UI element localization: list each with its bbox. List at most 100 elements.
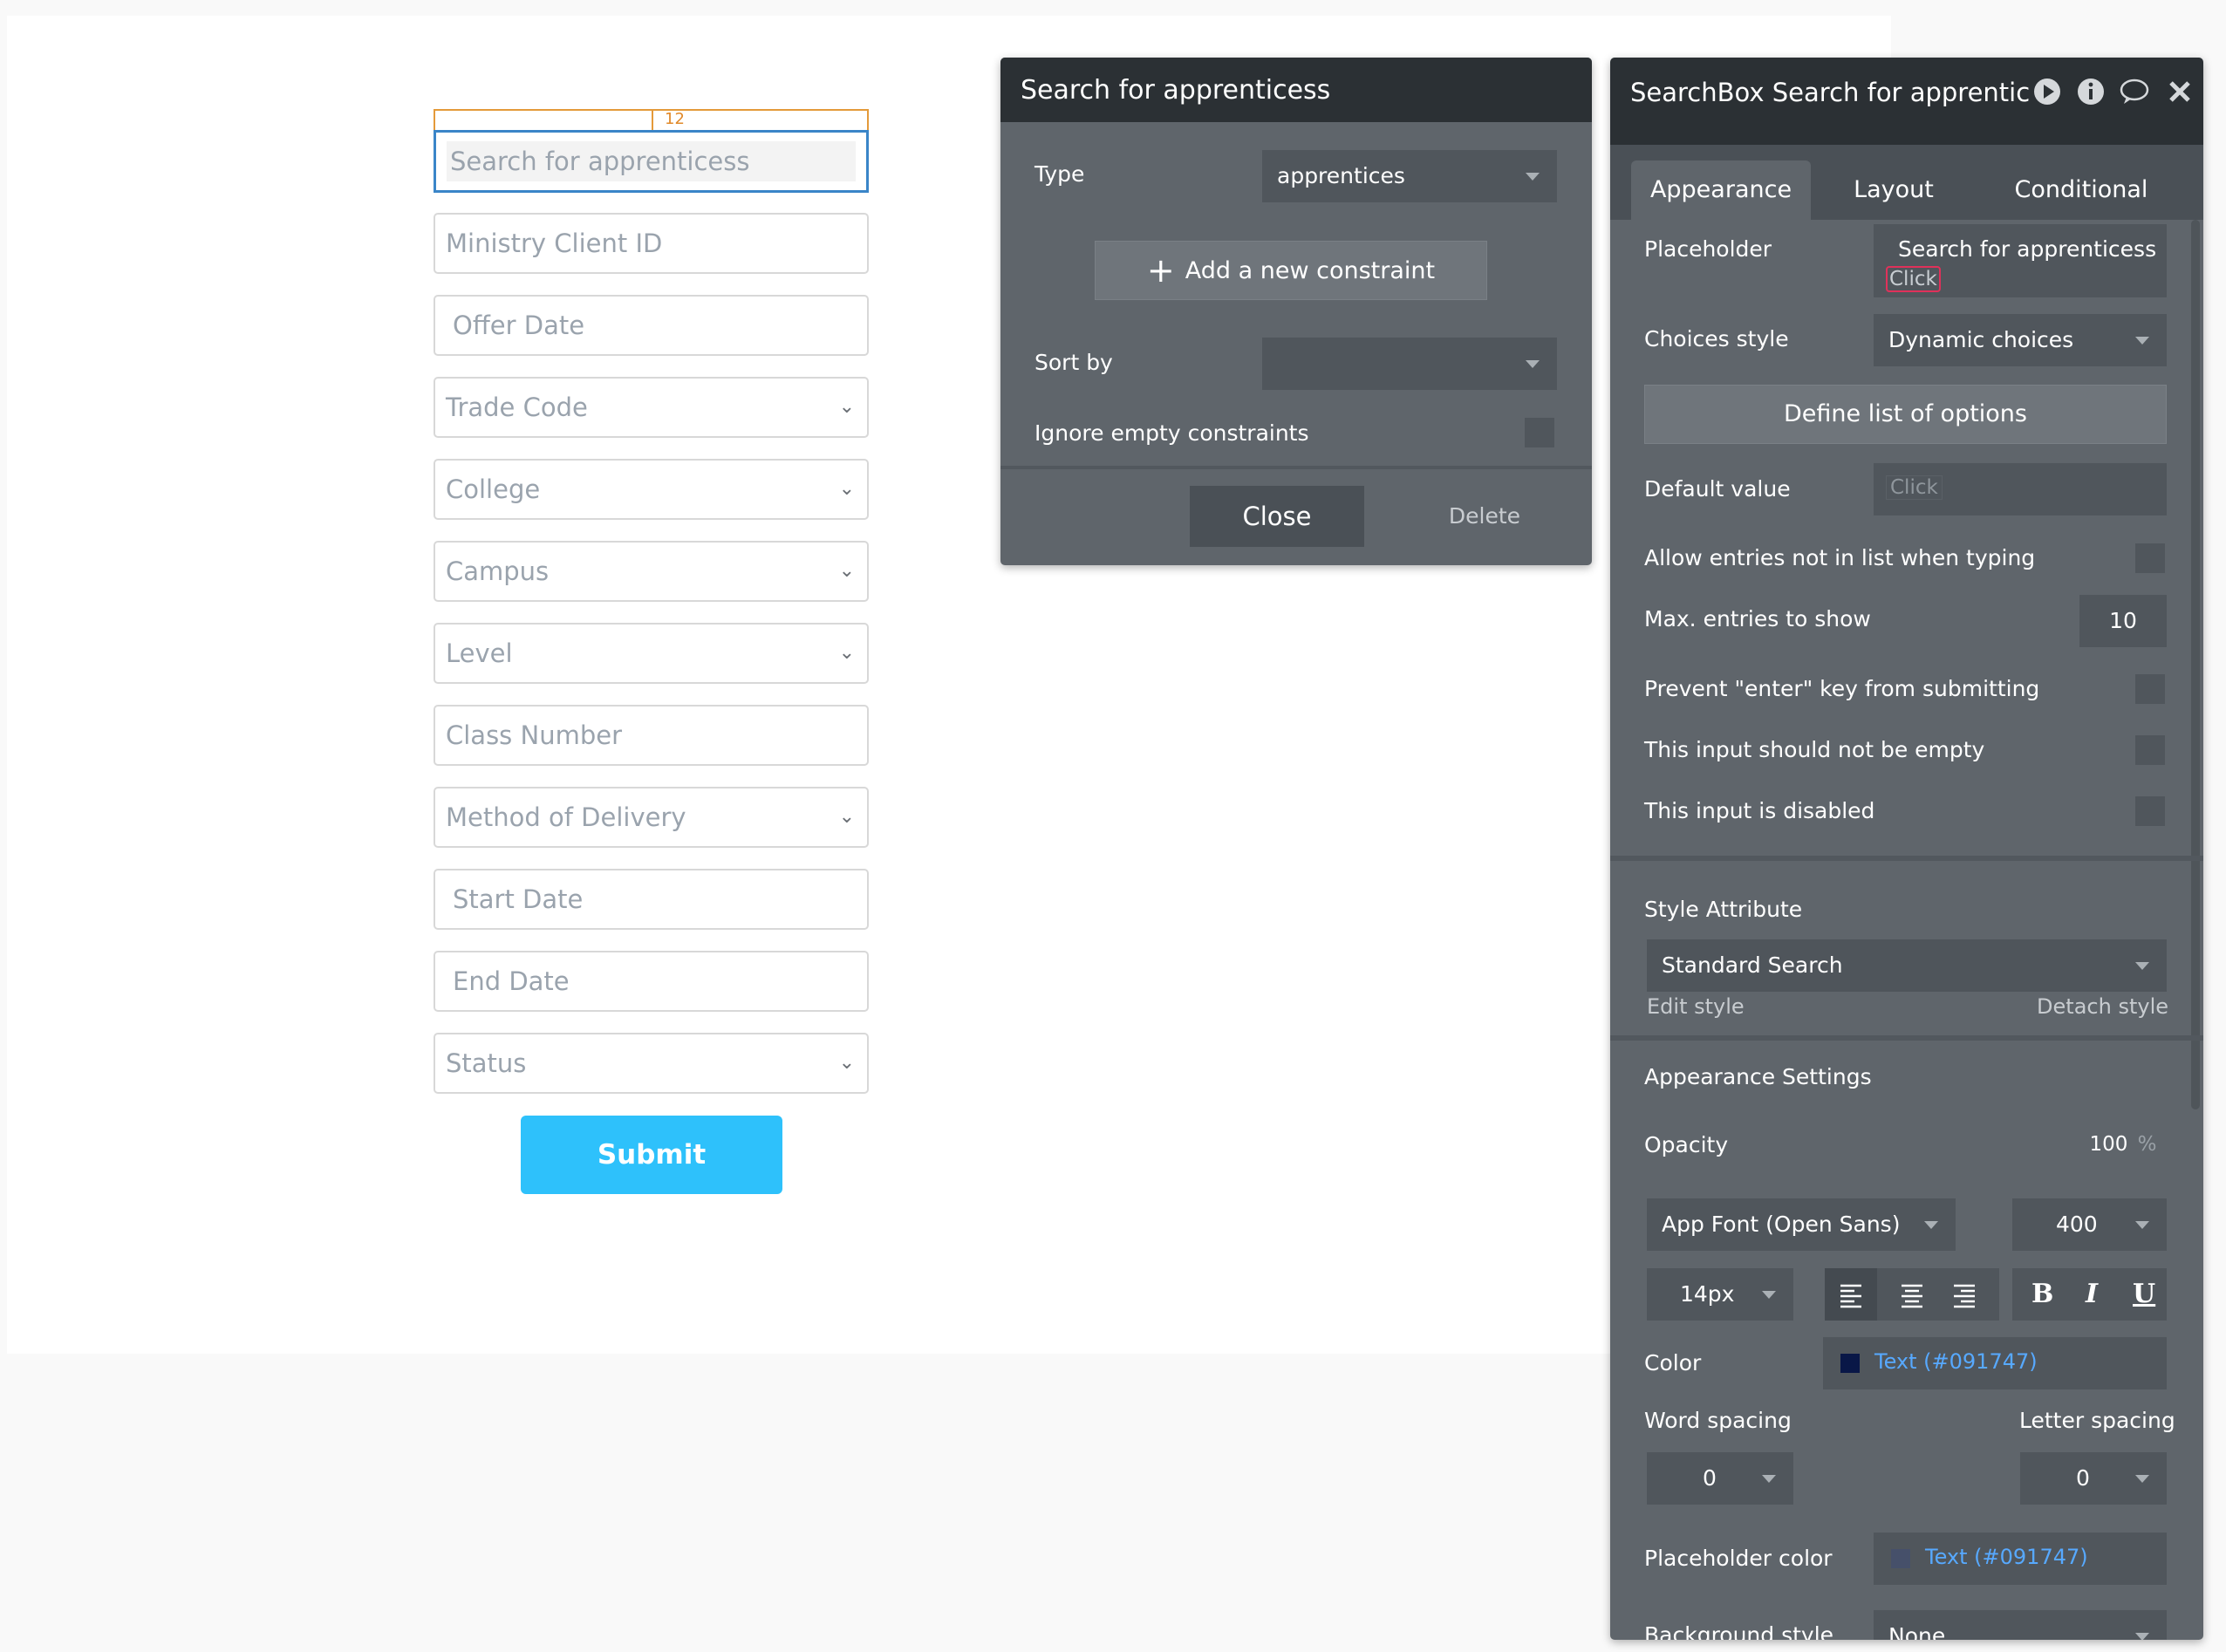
type-value: apprentices (1277, 163, 1405, 188)
font-size-value: 14px (1680, 1281, 1735, 1307)
college-dropdown[interactable]: College ⌄ (434, 459, 869, 520)
chevron-down-icon (1526, 360, 1540, 368)
start-date-input[interactable]: Start Date (434, 869, 869, 930)
default-value-label: Default value (1644, 476, 1791, 502)
level-dropdown[interactable]: Level ⌄ (434, 623, 869, 684)
campus-dropdown[interactable]: Campus ⌄ (434, 541, 869, 602)
word-spacing-value: 0 (1703, 1465, 1717, 1491)
offer-date-placeholder: Offer Date (453, 311, 585, 340)
weight-dropdown[interactable]: 400 (2012, 1198, 2167, 1251)
chevron-down-icon: ⌄ (838, 1052, 855, 1074)
font-size-dropdown[interactable]: 14px (1647, 1268, 1793, 1321)
inspector-header: SearchBox Search for apprentic (1610, 58, 2203, 145)
start-date-placeholder: Start Date (453, 884, 584, 914)
bold-button[interactable]: B (2031, 1268, 2053, 1321)
search-input[interactable]: Search for apprenticess (447, 141, 856, 181)
close-icon[interactable] (2165, 77, 2195, 106)
letter-spacing-dropdown[interactable]: 0 (2020, 1452, 2167, 1505)
background-style-label: Background style (1644, 1622, 1834, 1640)
info-icon[interactable] (2076, 77, 2106, 106)
choices-style-dropdown[interactable]: Dynamic choices (1874, 314, 2167, 366)
opacity-unit: % (2137, 1133, 2157, 1156)
add-constraint-button[interactable]: + Add a new constraint (1095, 241, 1487, 300)
prevent-enter-checkbox[interactable] (2135, 674, 2165, 704)
class-number-input[interactable]: Class Number (434, 705, 869, 766)
class-number-placeholder: Class Number (446, 720, 623, 750)
ignore-empty-checkbox[interactable] (1525, 418, 1554, 447)
selection-indicator: 12 (434, 109, 869, 132)
inspector-tabs: Appearance Layout Conditional (1610, 145, 2203, 220)
align-group (1825, 1268, 1999, 1321)
ministry-client-id-placeholder: Ministry Client ID (446, 229, 663, 258)
type-dropdown[interactable]: apprentices (1262, 150, 1557, 202)
color-label: Color (1644, 1350, 1702, 1376)
status-dropdown[interactable]: Status ⌄ (434, 1033, 869, 1094)
chevron-down-icon (2135, 337, 2149, 345)
align-center-icon[interactable] (1886, 1268, 1938, 1321)
college-placeholder: College (446, 474, 541, 504)
appearance-settings-label: Appearance Settings (1644, 1064, 1872, 1089)
align-right-icon[interactable] (1938, 1268, 1990, 1321)
search-box[interactable]: Search for apprenticess (434, 130, 869, 193)
search-popup-title: Search for apprenticess (1021, 75, 1331, 106)
font-dropdown[interactable]: App Font (Open Sans) (1647, 1198, 1956, 1251)
delete-button[interactable]: Delete (1410, 486, 1559, 547)
not-empty-checkbox[interactable] (2135, 735, 2165, 765)
chevron-down-icon: ⌄ (838, 642, 855, 664)
disabled-checkbox[interactable] (2135, 796, 2165, 826)
allow-entries-checkbox[interactable] (2135, 543, 2165, 573)
divider (1000, 466, 1592, 469)
text-style-group: B I U (2012, 1268, 2167, 1321)
default-value-click[interactable]: Click (1886, 475, 1943, 500)
color-picker[interactable]: Text (#091747) (1823, 1337, 2167, 1389)
background-style-dropdown[interactable]: None (1874, 1610, 2167, 1640)
offer-date-input[interactable]: Offer Date (434, 295, 869, 356)
placeholder-label: Placeholder (1644, 236, 1772, 262)
italic-button[interactable]: I (2086, 1268, 2098, 1321)
detach-style-link[interactable]: Detach style (2037, 994, 2168, 1019)
prevent-enter-label: Prevent "enter" key from submitting (1644, 676, 2040, 701)
word-spacing-label: Word spacing (1644, 1408, 1792, 1433)
max-entries-input[interactable]: 10 (2079, 595, 2167, 647)
ignore-empty-label: Ignore empty constraints (1034, 420, 1309, 446)
opacity-input[interactable]: 100 % (2079, 1118, 2167, 1171)
color-value: Text (#091747) (1874, 1349, 2038, 1374)
placeholder-color-label: Placeholder color (1644, 1546, 1833, 1571)
background-style-value: None (1888, 1623, 1946, 1640)
placeholder-color-picker[interactable]: Text (#091747) (1874, 1533, 2167, 1585)
inspector-scrollbar[interactable] (2191, 220, 2200, 1109)
placeholder-color-swatch (1891, 1549, 1910, 1568)
default-value-field[interactable]: Click (1874, 463, 2167, 515)
edit-style-link[interactable]: Edit style (1647, 994, 1745, 1019)
chevron-down-icon (1762, 1291, 1776, 1299)
placeholder-field[interactable]: Search for apprenticess Click (1874, 224, 2167, 297)
opacity-value: 100 (2089, 1133, 2128, 1156)
style-attribute-label: Style Attribute (1644, 897, 1803, 922)
sort-by-label: Sort by (1034, 350, 1113, 375)
sort-by-dropdown[interactable] (1262, 338, 1557, 390)
submit-button[interactable]: Submit (521, 1116, 782, 1194)
play-icon[interactable] (2032, 77, 2062, 106)
comment-icon[interactable] (2120, 77, 2149, 106)
color-swatch (1840, 1354, 1860, 1373)
chevron-down-icon (1526, 173, 1540, 181)
placeholder-click[interactable]: Click (1886, 266, 1941, 292)
define-list-button[interactable]: Define list of options (1644, 385, 2167, 444)
tab-appearance[interactable]: Appearance (1631, 160, 1811, 220)
chevron-down-icon (2135, 962, 2149, 970)
align-left-icon[interactable] (1825, 1268, 1877, 1321)
max-entries-label: Max. entries to show (1644, 606, 1871, 631)
ministry-client-id-input[interactable]: Ministry Client ID (434, 213, 869, 274)
choices-style-value: Dynamic choices (1888, 327, 2074, 352)
trade-code-dropdown[interactable]: Trade Code ⌄ (434, 377, 869, 438)
style-value: Standard Search (1662, 952, 1843, 978)
method-of-delivery-dropdown[interactable]: Method of Delivery ⌄ (434, 787, 869, 848)
plus-icon: + (1146, 251, 1175, 290)
tab-conditional[interactable]: Conditional (1994, 160, 2168, 220)
style-dropdown[interactable]: Standard Search (1647, 939, 2167, 992)
underline-button[interactable]: U (2133, 1268, 2155, 1321)
word-spacing-dropdown[interactable]: 0 (1647, 1452, 1793, 1505)
tab-layout[interactable]: Layout (1820, 160, 1968, 220)
end-date-input[interactable]: End Date (434, 951, 869, 1012)
close-button[interactable]: Close (1190, 486, 1364, 547)
